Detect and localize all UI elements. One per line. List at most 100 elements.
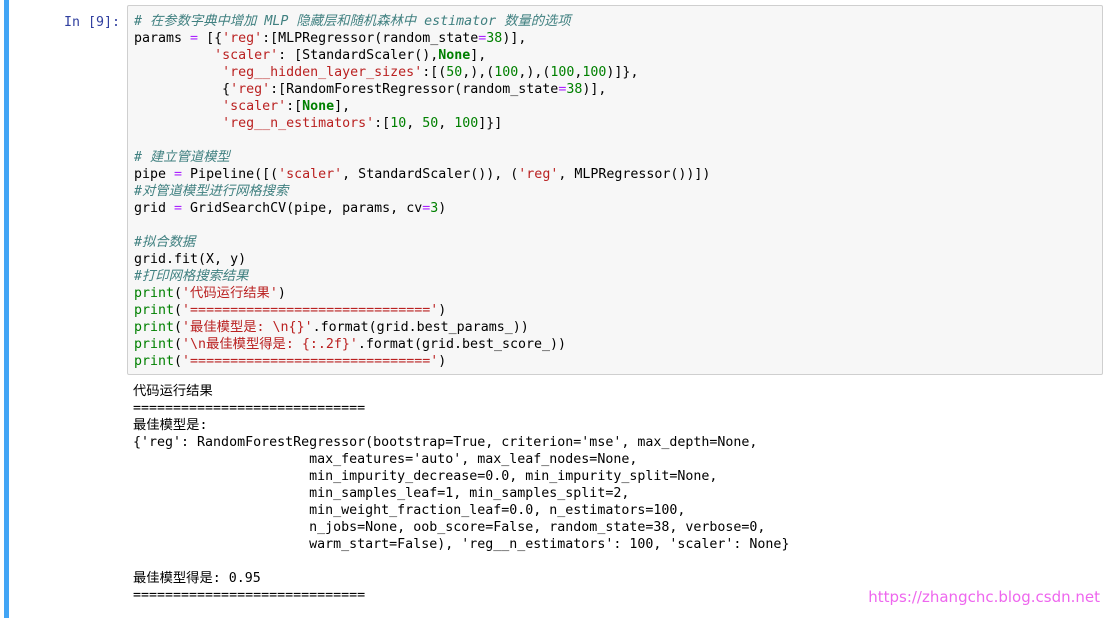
code-token: #打印网格搜索结果	[134, 269, 249, 284]
code-line: {'reg':[RandomForestRegressor(random_sta…	[134, 81, 710, 98]
code-token: 10	[390, 116, 407, 131]
code-token: ]}]	[478, 116, 503, 131]
output-line: =============================	[133, 588, 366, 603]
code-token: :[	[374, 116, 391, 131]
code-input-area[interactable]: # 在参数字典中增加 MLP 隐藏层和随机森林中 estimator 数量的选项…	[127, 5, 1103, 375]
code-token: : [StandardScaler(),	[278, 48, 439, 63]
code-token: print	[134, 286, 175, 301]
code-token: print	[134, 337, 175, 352]
code-token: [{	[198, 31, 223, 46]
code-token: 'scaler'	[222, 99, 287, 114]
code-line: print('最佳模型是: \n{}'.format(grid.best_par…	[134, 319, 710, 336]
code-token: # 在参数字典中增加 MLP 隐藏层和随机森林中 estimator 数量的选项	[134, 14, 571, 29]
output-line: min_weight_fraction_leaf=0.0, n_estimato…	[133, 503, 686, 518]
code-line: params = [{'reg':[MLPRegressor(random_st…	[134, 30, 710, 47]
code-token: '代码运行结果'	[182, 286, 278, 301]
code-token: '=============================='	[182, 354, 439, 369]
code-token: , MLPRegressor())])	[558, 167, 711, 182]
code-line: #打印网格搜索结果	[134, 268, 710, 285]
code-line: #拟合数据	[134, 234, 710, 251]
code-token: print	[134, 303, 175, 318]
code-token: #拟合数据	[134, 235, 196, 250]
code-token: 'scaler'	[278, 167, 343, 182]
output-line: n_jobs=None, oob_score=False, random_sta…	[133, 520, 766, 535]
code-token: (	[174, 303, 183, 318]
code-line: grid = GridSearchCV(pipe, params, cv=3)	[134, 200, 710, 217]
output-line: 最佳模型得是: 0.95	[133, 571, 261, 586]
code-token: Pipeline([(	[182, 167, 279, 182]
code-token: 100	[582, 65, 607, 80]
code-line: grid.fit(X, y)	[134, 251, 710, 268]
output-line: 最佳模型是:	[133, 418, 208, 433]
output-line: {'reg': RandomForestRegressor(bootstrap=…	[133, 435, 758, 450]
code-token: 'scaler'	[214, 48, 279, 63]
output-line: min_impurity_decrease=0.0, min_impurity_…	[133, 469, 718, 484]
code-line: print('\n最佳模型得是: {:.2f}'.format(grid.bes…	[134, 336, 710, 353]
output-line: warm_start=False), 'reg__n_estimators': …	[133, 537, 790, 552]
code-token: 'reg'	[230, 82, 271, 97]
code-token: 50	[446, 65, 463, 80]
code-token: ,	[406, 116, 423, 131]
code-token: =	[174, 167, 183, 182]
code-token: 'reg__n_estimators'	[222, 116, 375, 131]
cell-output: 代码运行结果 ============================= 最佳模型是…	[133, 383, 789, 604]
code-token: (	[174, 337, 183, 352]
code-token: 38	[566, 82, 583, 97]
code-line: 'scaler':[None],	[134, 98, 710, 115]
code-token: {	[134, 82, 231, 97]
code-token: .format(grid.best_params_))	[312, 320, 529, 335]
code-token: params	[134, 31, 191, 46]
output-line: max_features='auto', max_leaf_nodes=None…	[133, 452, 638, 467]
output-line: =============================	[133, 401, 366, 416]
code-token: 100	[550, 65, 575, 80]
code-token: )],	[582, 82, 607, 97]
code-token: GridSearchCV(pipe, params, cv	[182, 201, 423, 216]
code-token: )	[277, 286, 286, 301]
code-token: )],	[502, 31, 527, 46]
code-line: 'scaler': [StandardScaler(),None],	[134, 47, 710, 64]
code-line: # 建立管道模型	[134, 149, 710, 166]
code-token: grid	[134, 201, 175, 216]
code-token: .format(grid.best_score_))	[357, 337, 567, 352]
notebook-cell[interactable]: In [9]: # 在参数字典中增加 MLP 隐藏层和随机森林中 estimat…	[0, 0, 1111, 618]
code-token: None	[438, 48, 471, 63]
code-editor[interactable]: # 在参数字典中增加 MLP 隐藏层和随机森林中 estimator 数量的选项…	[134, 13, 710, 370]
code-token: =	[174, 201, 183, 216]
code-token: :[(	[422, 65, 447, 80]
code-token: )	[438, 354, 447, 369]
code-token: )	[438, 303, 447, 318]
code-token: )	[438, 201, 447, 216]
code-token: (	[174, 286, 183, 301]
code-line: pipe = Pipeline([('scaler', StandardScal…	[134, 166, 710, 183]
code-token: '\n最佳模型得是: {:.2f}'	[182, 337, 358, 352]
code-token: (	[174, 354, 183, 369]
code-token: grid.fit(X, y)	[134, 252, 247, 267]
output-line: 代码运行结果	[133, 384, 213, 399]
code-token: , StandardScaler()), (	[342, 167, 519, 182]
code-token: ,	[438, 116, 455, 131]
code-line: #对管道模型进行网格搜索	[134, 183, 710, 200]
code-token: ,),(	[462, 65, 495, 80]
code-line: print('==============================')	[134, 302, 710, 319]
watermark: https://zhangchc.blog.csdn.net	[868, 588, 1100, 606]
code-token: )]},	[606, 65, 639, 80]
code-token: 'reg'	[222, 31, 263, 46]
code-token: print	[134, 320, 175, 335]
code-token: 'reg__hidden_layer_sizes'	[222, 65, 423, 80]
code-token: :[	[286, 99, 303, 114]
code-token: pipe	[134, 167, 175, 182]
code-token: '=============================='	[182, 303, 439, 318]
code-token: None	[302, 99, 335, 114]
output-line: min_samples_leaf=1, min_samples_split=2,	[133, 486, 630, 501]
code-token: :[RandomForestRegressor(random_state	[270, 82, 559, 97]
code-token: 50	[422, 116, 439, 131]
code-token: 'reg'	[518, 167, 559, 182]
code-line: 'reg__n_estimators':[10, 50, 100]}]	[134, 115, 710, 132]
code-token: print	[134, 354, 175, 369]
code-token: 100	[494, 65, 519, 80]
